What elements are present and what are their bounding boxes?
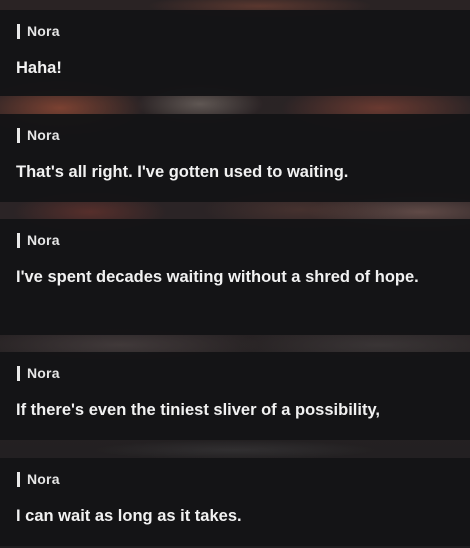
dialogue-line: I've spent decades waiting without a shr… bbox=[16, 268, 419, 286]
speaker-label: Nora bbox=[17, 127, 60, 143]
dialogue-line: Haha! bbox=[16, 59, 62, 77]
log-entry[interactable]: Nora That's all right. I've gotten used … bbox=[0, 114, 470, 202]
speaker-label: Nora bbox=[17, 232, 60, 248]
speaker-name: Nora bbox=[27, 232, 60, 248]
dialogue-line: If there's even the tiniest sliver of a … bbox=[16, 401, 380, 419]
log-entry[interactable]: Nora Haha! bbox=[0, 10, 470, 96]
speaker-name: Nora bbox=[27, 471, 60, 487]
dialogue-line: That's all right. I've gotten used to wa… bbox=[16, 163, 349, 181]
speaker-name: Nora bbox=[27, 365, 60, 381]
speaker-bar-icon bbox=[17, 365, 20, 381]
log-entry[interactable]: Nora I can wait as long as it takes. bbox=[0, 458, 470, 546]
speaker-label: Nora bbox=[17, 365, 60, 381]
log-entry[interactable]: Nora I've spent decades waiting without … bbox=[0, 219, 470, 335]
dialogue-log-screen: Nora Haha! Nora That's all right. I've g… bbox=[0, 0, 470, 548]
speaker-label: Nora bbox=[17, 23, 60, 39]
speaker-bar-icon bbox=[17, 127, 20, 143]
speaker-bar-icon bbox=[17, 23, 20, 39]
speaker-label: Nora bbox=[17, 471, 60, 487]
dialogue-line: I can wait as long as it takes. bbox=[16, 507, 242, 525]
log-entry[interactable]: Nora If there's even the tiniest sliver … bbox=[0, 352, 470, 440]
speaker-name: Nora bbox=[27, 127, 60, 143]
speaker-bar-icon bbox=[17, 232, 20, 248]
speaker-bar-icon bbox=[17, 471, 20, 487]
speaker-name: Nora bbox=[27, 23, 60, 39]
